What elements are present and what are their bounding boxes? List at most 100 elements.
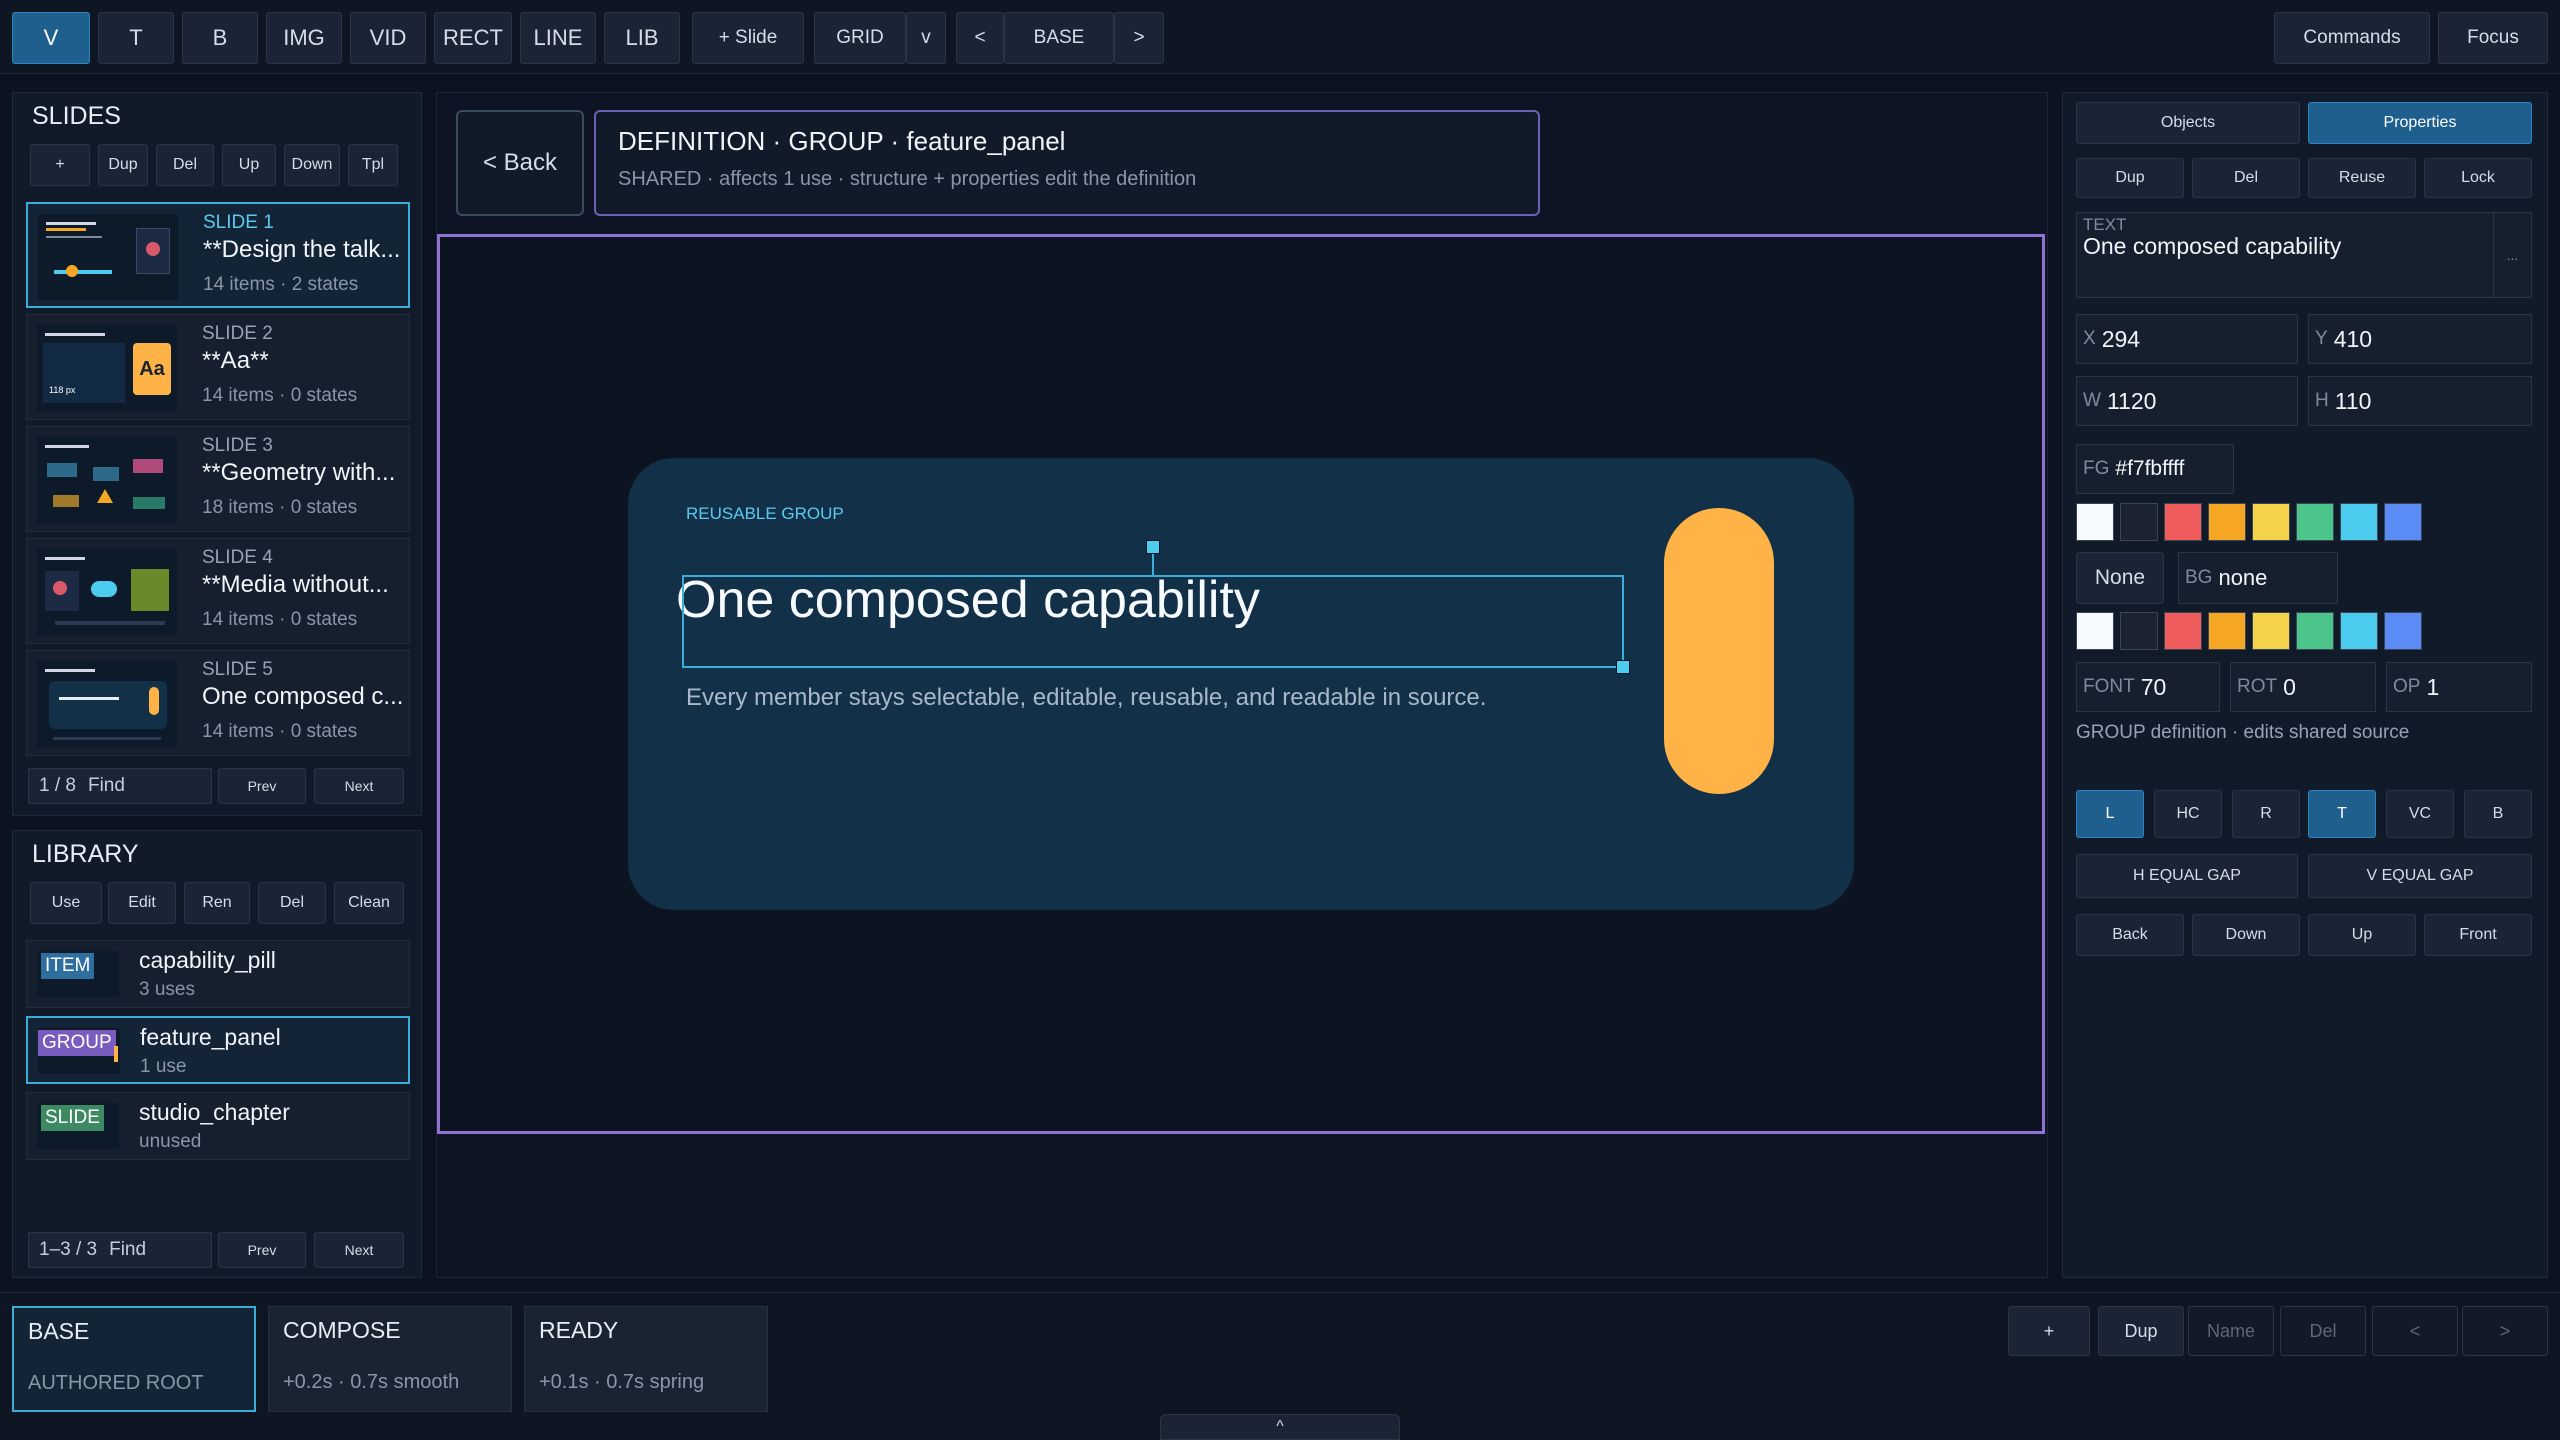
slide-item[interactable]: SLIDE 3 **Geometry with... 18 items · 0 … bbox=[26, 426, 410, 532]
send-to-back-button[interactable]: Back bbox=[2076, 914, 2184, 956]
slide-item[interactable]: 118 px Aa SLIDE 2 **Aa** 14 items · 0 st… bbox=[26, 314, 410, 420]
library-item[interactable]: SLIDE studio_chapter unused bbox=[26, 1092, 410, 1160]
y-field[interactable]: Y 410 bbox=[2308, 314, 2532, 364]
swatch-orange[interactable] bbox=[2208, 503, 2246, 541]
fg-field[interactable]: FG #f7fbffff bbox=[2076, 444, 2234, 494]
bring-to-front-button[interactable]: Front bbox=[2424, 914, 2532, 956]
tab-objects[interactable]: Objects bbox=[2076, 102, 2300, 144]
add-slide-button[interactable]: + Slide bbox=[692, 12, 804, 64]
align-top-button[interactable]: T bbox=[2308, 790, 2376, 838]
panel-label[interactable]: REUSABLE GROUP bbox=[686, 504, 844, 524]
tool-image[interactable]: IMG bbox=[266, 12, 342, 64]
focus-button[interactable]: Focus bbox=[2438, 12, 2548, 64]
library-next-button[interactable]: Next bbox=[314, 1232, 404, 1268]
template-button[interactable]: Tpl bbox=[348, 144, 398, 186]
bg-swatch-yellow[interactable] bbox=[2252, 612, 2290, 650]
bg-field[interactable]: BG none bbox=[2178, 552, 2338, 604]
bring-forward-button[interactable]: Up bbox=[2308, 914, 2416, 956]
library-item[interactable]: GROUP feature_panel 1 use bbox=[26, 1016, 410, 1084]
move-down-button[interactable]: Down bbox=[284, 144, 340, 186]
align-hcenter-button[interactable]: HC bbox=[2154, 790, 2222, 838]
opacity-field[interactable]: OP 1 bbox=[2386, 662, 2532, 712]
tool-line[interactable]: LINE bbox=[520, 12, 596, 64]
align-vcenter-button[interactable]: VC bbox=[2386, 790, 2454, 838]
text-expand-button[interactable]: ... bbox=[2493, 213, 2531, 297]
library-prev-button[interactable]: Prev bbox=[218, 1232, 306, 1268]
rotation-field[interactable]: ROT 0 bbox=[2230, 662, 2376, 712]
tool-rect[interactable]: RECT bbox=[434, 12, 512, 64]
library-clean-button[interactable]: Clean bbox=[334, 882, 404, 924]
text-value[interactable]: One composed capability bbox=[2083, 233, 2341, 260]
slide-next-button[interactable]: Next bbox=[314, 768, 404, 804]
tool-box[interactable]: B bbox=[182, 12, 258, 64]
swatch-red[interactable] bbox=[2164, 503, 2202, 541]
dup-button[interactable]: Dup bbox=[2076, 158, 2184, 198]
tool-select[interactable]: V bbox=[12, 12, 90, 64]
x-field[interactable]: X 294 bbox=[2076, 314, 2298, 364]
swatch-cyan[interactable] bbox=[2340, 503, 2378, 541]
state-card-ready[interactable]: READY +0.1s · 0.7s spring bbox=[524, 1306, 768, 1412]
bg-swatch-cyan[interactable] bbox=[2340, 612, 2378, 650]
selection-box[interactable] bbox=[682, 575, 1624, 668]
text-field[interactable]: TEXT One composed capability ... bbox=[2076, 212, 2532, 298]
expand-timeline-button[interactable]: ^ bbox=[1160, 1414, 1400, 1440]
bg-swatch-blue[interactable] bbox=[2384, 612, 2422, 650]
bg-swatch-dark[interactable] bbox=[2120, 612, 2158, 650]
align-left-button[interactable]: L bbox=[2076, 790, 2144, 838]
h-equal-gap-button[interactable]: H EQUAL GAP bbox=[2076, 854, 2298, 898]
lock-button[interactable]: Lock bbox=[2424, 158, 2532, 198]
capability-pill[interactable] bbox=[1664, 508, 1774, 794]
library-rename-button[interactable]: Ren bbox=[184, 882, 250, 924]
bg-swatch-green[interactable] bbox=[2296, 612, 2334, 650]
tool-video[interactable]: VID bbox=[350, 12, 426, 64]
swatch-yellow[interactable] bbox=[2252, 503, 2290, 541]
grid-button[interactable]: GRID bbox=[814, 12, 906, 64]
del-slide-button[interactable]: Del bbox=[156, 144, 214, 186]
swatch-blue[interactable] bbox=[2384, 503, 2422, 541]
rename-state-button[interactable]: Name bbox=[2188, 1306, 2274, 1356]
state-next-button[interactable]: > bbox=[2462, 1306, 2548, 1356]
rotate-handle[interactable] bbox=[1146, 540, 1160, 554]
slide-prev-button[interactable]: Prev bbox=[218, 768, 306, 804]
resize-handle[interactable] bbox=[1616, 660, 1630, 674]
slide-item[interactable]: SLIDE 1 **Design the talk... 14 items · … bbox=[26, 202, 410, 308]
v-equal-gap-button[interactable]: V EQUAL GAP bbox=[2308, 854, 2532, 898]
back-button[interactable]: < Back bbox=[456, 110, 584, 216]
library-use-button[interactable]: Use bbox=[30, 882, 102, 924]
delete-state-button[interactable]: Del bbox=[2280, 1306, 2366, 1356]
add-slide-action[interactable]: + bbox=[30, 144, 90, 186]
bg-swatch-white[interactable] bbox=[2076, 612, 2114, 650]
tab-properties[interactable]: Properties bbox=[2308, 102, 2532, 144]
font-size-field[interactable]: FONT 70 bbox=[2076, 662, 2220, 712]
state-card-compose[interactable]: COMPOSE +0.2s · 0.7s smooth bbox=[268, 1306, 512, 1412]
library-item[interactable]: ITEM capability_pill 3 uses bbox=[26, 940, 410, 1008]
library-find-input[interactable]: 1–3 / 3 Find bbox=[28, 1232, 212, 1268]
library-edit-button[interactable]: Edit bbox=[108, 882, 176, 924]
swatch-dark[interactable] bbox=[2120, 503, 2158, 541]
dup-slide-button[interactable]: Dup bbox=[98, 144, 148, 186]
slide-find-input[interactable]: 1 / 8 Find bbox=[28, 768, 212, 804]
bg-swatch-orange[interactable] bbox=[2208, 612, 2246, 650]
w-field[interactable]: W 1120 bbox=[2076, 376, 2298, 426]
align-bottom-button[interactable]: B bbox=[2464, 790, 2532, 838]
bg-swatch-red[interactable] bbox=[2164, 612, 2202, 650]
tool-library[interactable]: LIB bbox=[604, 12, 680, 64]
dup-state-button[interactable]: Dup bbox=[2098, 1306, 2184, 1356]
commands-button[interactable]: Commands bbox=[2274, 12, 2430, 64]
prev-state-button[interactable]: < bbox=[956, 12, 1004, 64]
slide-item[interactable]: SLIDE 5 One composed c... 14 items · 0 s… bbox=[26, 650, 410, 756]
panel-body[interactable]: Every member stays selectable, editable,… bbox=[686, 684, 1486, 712]
feature-panel-group[interactable]: REUSABLE GROUP One composed capability E… bbox=[628, 458, 1854, 910]
bg-none-button[interactable]: None bbox=[2076, 552, 2164, 604]
state-card-base[interactable]: BASE AUTHORED ROOT bbox=[12, 1306, 256, 1412]
swatch-green[interactable] bbox=[2296, 503, 2334, 541]
library-delete-button[interactable]: Del bbox=[258, 882, 326, 924]
reuse-button[interactable]: Reuse bbox=[2308, 158, 2416, 198]
slide-item[interactable]: SLIDE 4 **Media without... 14 items · 0 … bbox=[26, 538, 410, 644]
next-state-button[interactable]: > bbox=[1114, 12, 1164, 64]
delete-button[interactable]: Del bbox=[2192, 158, 2300, 198]
grid-dropdown[interactable]: v bbox=[906, 12, 946, 64]
swatch-white[interactable] bbox=[2076, 503, 2114, 541]
state-prev-button[interactable]: < bbox=[2372, 1306, 2458, 1356]
h-field[interactable]: H 110 bbox=[2308, 376, 2532, 426]
